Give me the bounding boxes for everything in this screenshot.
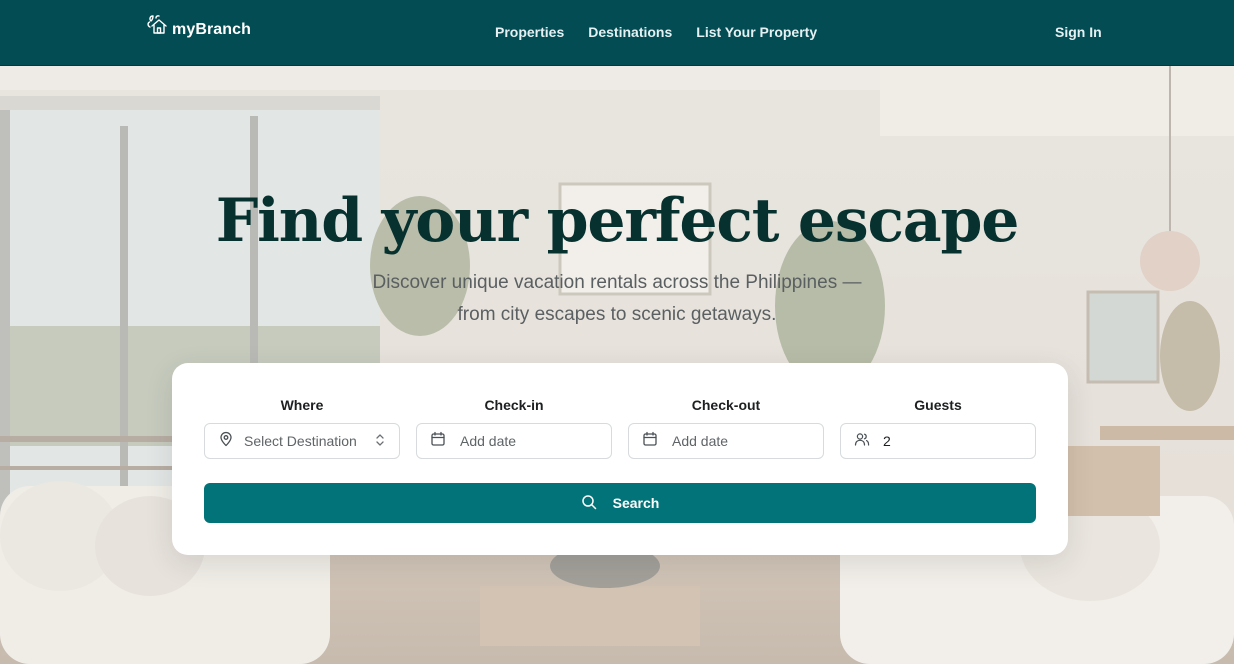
house-leaf-logo-icon <box>147 15 171 42</box>
brand-name: myBranch <box>172 21 252 38</box>
hero-subheadline: Discover unique vacation rentals across … <box>372 272 862 325</box>
search-icon <box>581 494 597 513</box>
users-icon <box>854 431 870 452</box>
main-nav: Properties Destinations List Your Proper… <box>495 24 817 40</box>
guests-label: Guests <box>914 397 962 413</box>
hero-headline: Find your perfect escape <box>215 186 1020 256</box>
where-field: Where Select Destination <box>204 397 400 459</box>
guests-input[interactable]: 2 <box>840 423 1036 459</box>
check-in-placeholder: Add date <box>460 433 517 449</box>
check-in-date-input[interactable]: Add date <box>416 423 612 459</box>
check-in-field: Check-in Add date <box>416 397 612 459</box>
search-button[interactable]: Search <box>204 483 1036 523</box>
destination-select[interactable]: Select Destination <box>204 423 400 459</box>
destination-placeholder: Select Destination <box>244 433 357 449</box>
nav-link-properties[interactable]: Properties <box>495 24 564 40</box>
check-in-label: Check-in <box>484 397 544 413</box>
sign-in-link[interactable]: Sign In <box>1055 24 1102 40</box>
check-out-label: Check-out <box>691 397 761 413</box>
guests-value: 2 <box>883 433 891 449</box>
check-out-field: Check-out Add date <box>628 397 824 459</box>
check-out-placeholder: Add date <box>672 433 729 449</box>
map-pin-icon <box>218 431 234 452</box>
search-button-label: Search <box>612 495 660 511</box>
chevron-up-down-icon <box>374 432 386 453</box>
hero-section: Find your perfect escape Discover unique… <box>0 66 1234 664</box>
brand-logo[interactable]: myBranch <box>147 15 251 42</box>
top-navigation-bar: myBranch Properties Destinations List Yo… <box>0 0 1234 66</box>
nav-link-list-your-property[interactable]: List Your Property <box>696 24 817 40</box>
where-label: Where <box>280 397 324 413</box>
check-out-date-input[interactable]: Add date <box>628 423 824 459</box>
search-card: Where Select Destination Check-in Add da… <box>172 363 1068 555</box>
calendar-icon <box>430 431 446 452</box>
calendar-icon <box>642 431 658 452</box>
guests-field: Guests 2 <box>840 397 1036 459</box>
nav-link-destinations[interactable]: Destinations <box>588 24 672 40</box>
